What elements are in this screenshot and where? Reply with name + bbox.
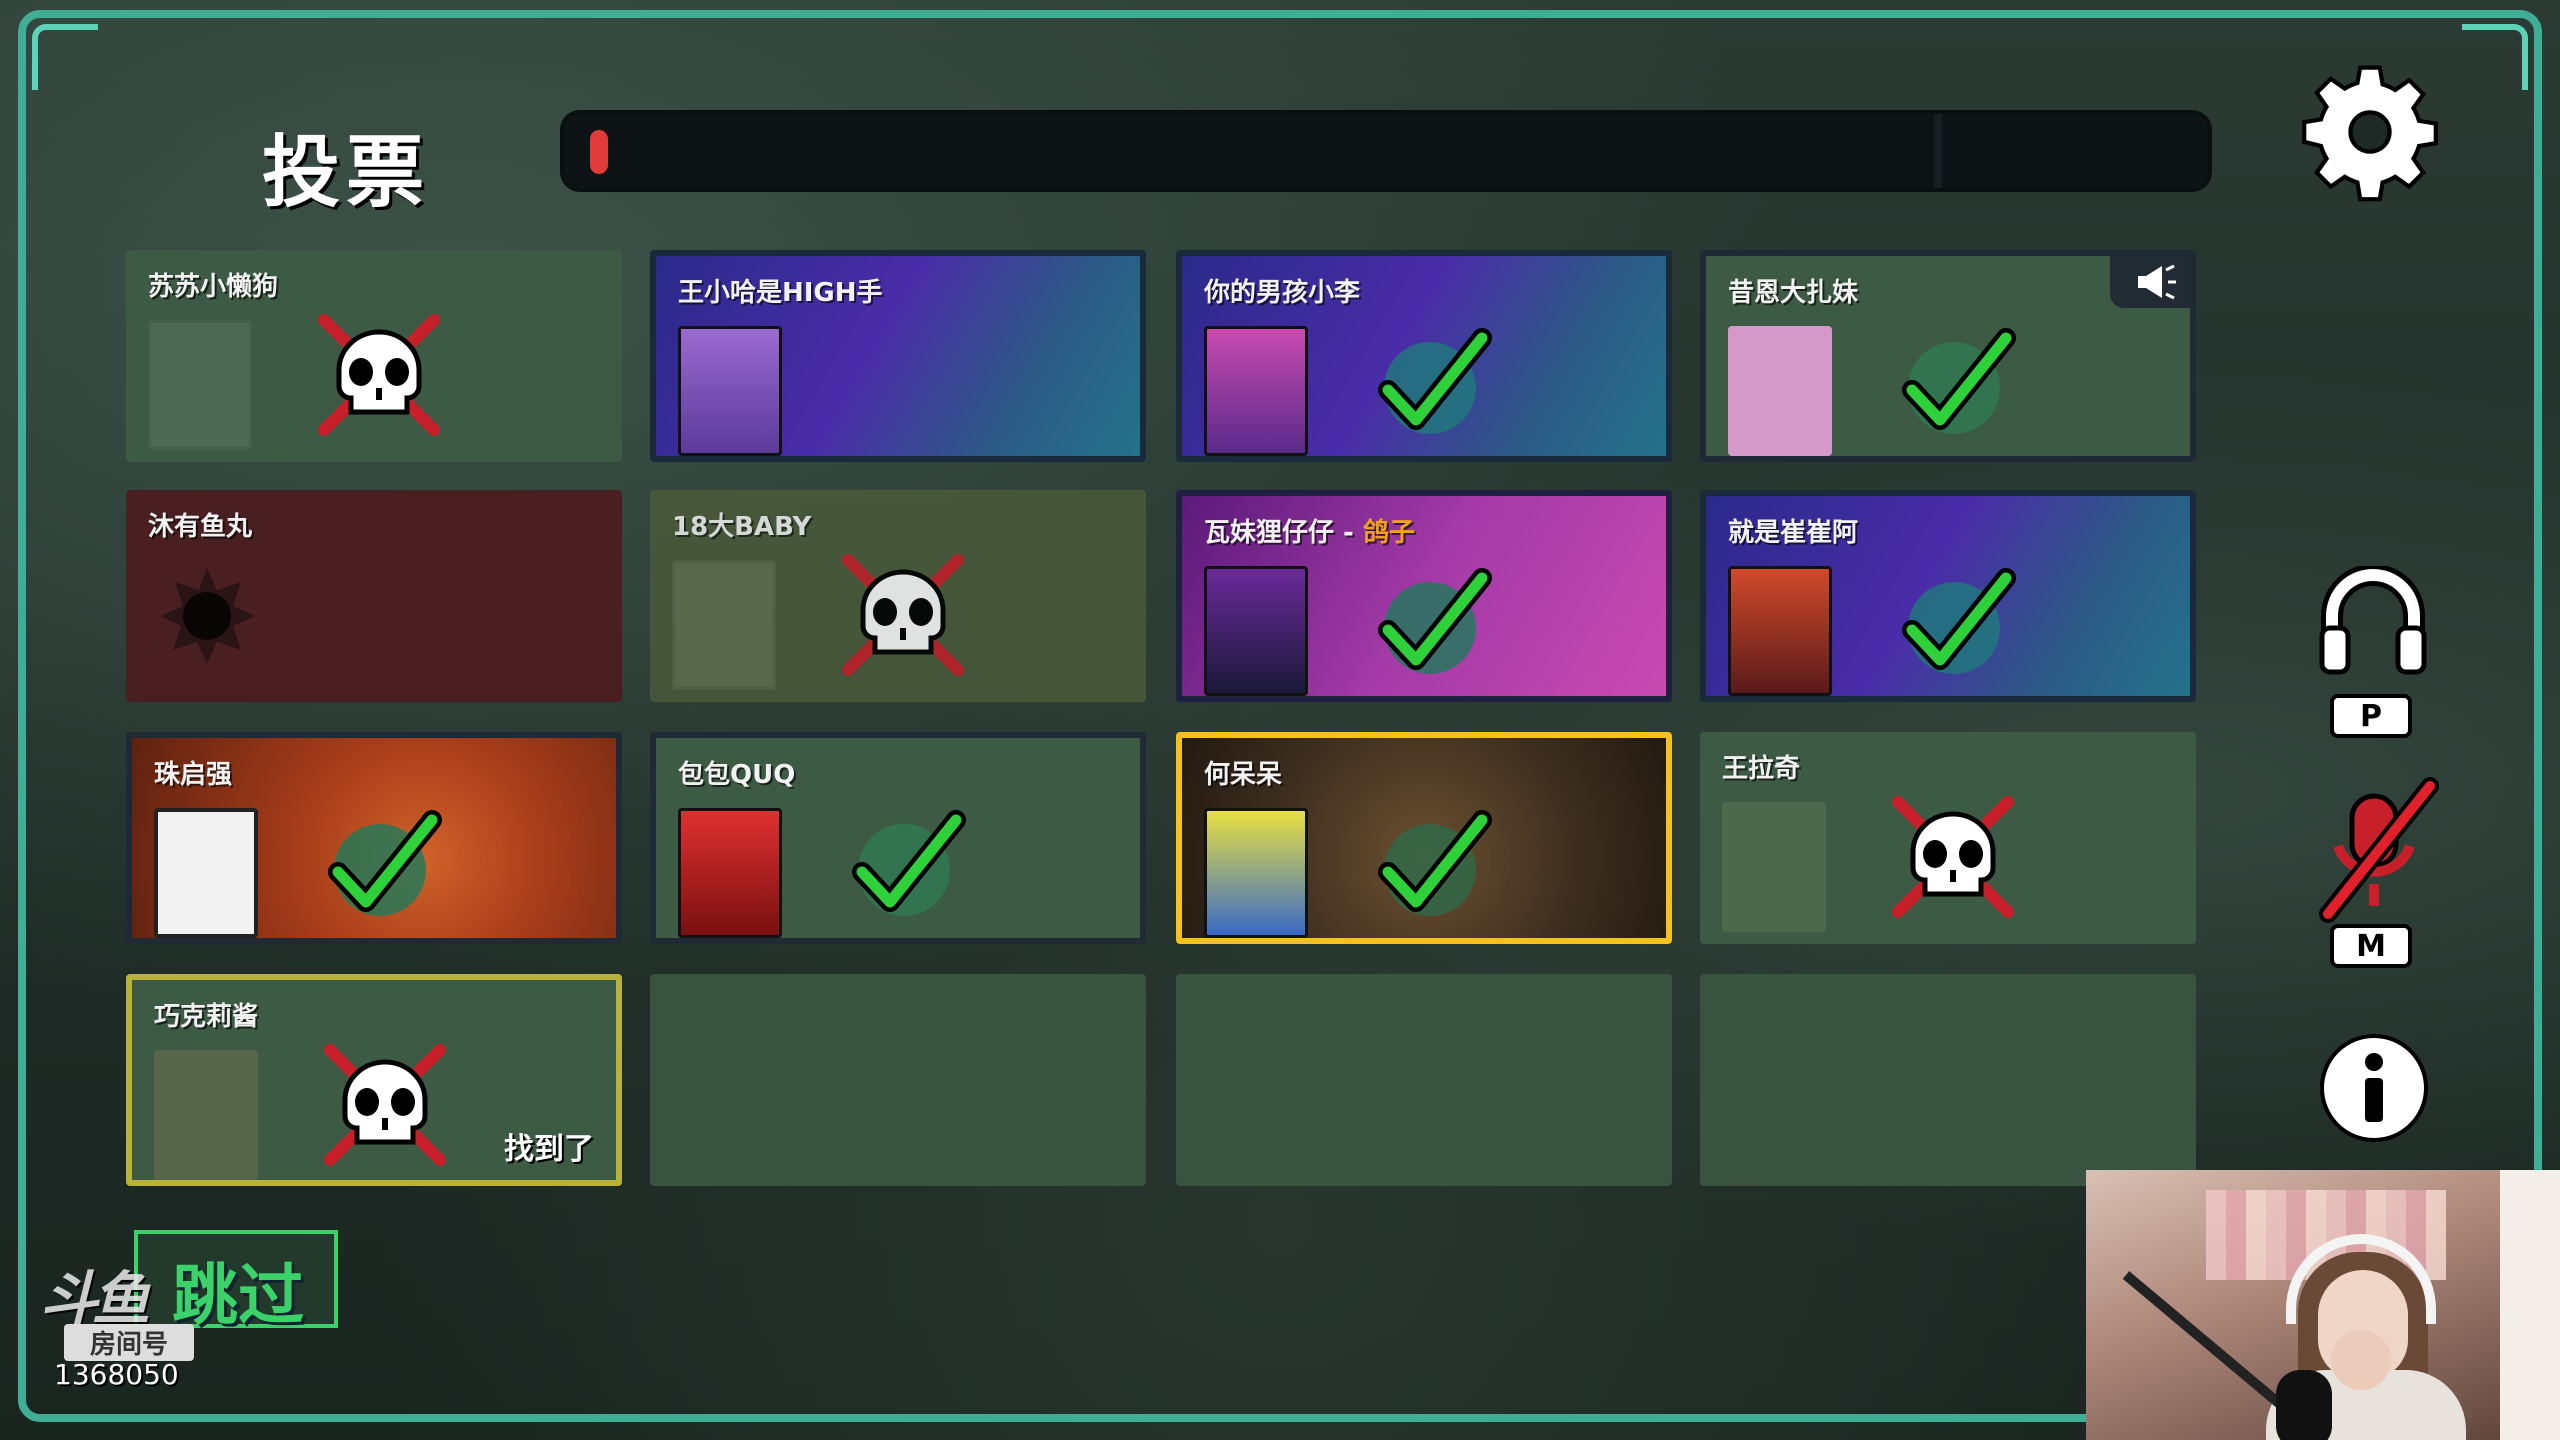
player-name: 包包QUQ — [678, 760, 796, 790]
player-card[interactable]: 苏苏小懒狗 — [126, 250, 622, 462]
player-name: 王拉奇 — [1722, 754, 1801, 784]
player-avatar — [1728, 326, 1832, 456]
stream-watermark: 斗鱼 房间号 1368050 — [40, 1252, 194, 1391]
player-name: 18大BABY — [672, 512, 812, 542]
player-role: 鸽子 — [1362, 518, 1415, 548]
player-name: 何呆呆 — [1204, 760, 1283, 790]
player-avatar — [1204, 566, 1308, 696]
vote-check-icon — [852, 810, 966, 916]
vote-check-icon — [1902, 328, 2016, 434]
player-name: 沐有鱼丸 — [148, 512, 253, 542]
reporter-badge — [2110, 256, 2190, 308]
frame-corner-top-left — [32, 24, 98, 90]
player-name: 瓦妹狸仔仔 - 鸽子 — [1204, 518, 1415, 548]
player-avatar — [678, 326, 782, 456]
player-card[interactable]: 王拉奇 — [1700, 732, 2196, 944]
empty-slot — [1176, 974, 1672, 1186]
streamer-webcam — [2086, 1170, 2560, 1440]
player-card[interactable]: 昔恩大扎妹 — [1700, 250, 2196, 462]
page-title: 投票 — [262, 128, 431, 218]
bullet-hole-icon — [161, 568, 255, 664]
player-avatar — [1204, 326, 1308, 456]
vote-check-icon — [328, 810, 442, 916]
dead-skull-icon — [318, 314, 440, 436]
dead-skull-icon — [1892, 796, 2014, 918]
webcam-microphone — [2276, 1370, 2332, 1440]
player-avatar — [672, 560, 776, 690]
player-avatar — [154, 808, 258, 938]
player-avatar — [1204, 808, 1308, 938]
frame-corner-top-right — [2462, 24, 2528, 90]
vote-timer-bar — [560, 110, 2212, 192]
player-card[interactable]: 沐有鱼丸 — [126, 490, 622, 702]
player-name: 苏苏小懒狗 — [148, 272, 279, 302]
player-card[interactable]: 你的男孩小李 — [1176, 250, 1672, 462]
found-tag: 找到了 — [504, 1132, 594, 1167]
player-avatar — [1728, 566, 1832, 696]
player-name: 你的男孩小李 — [1204, 278, 1361, 308]
headphones-icon[interactable] — [2318, 566, 2428, 676]
gear-icon[interactable] — [2300, 62, 2440, 202]
player-card[interactable]: 18大BABY — [650, 490, 1146, 702]
player-card-self[interactable]: 何呆呆 — [1176, 732, 1672, 944]
webcam-mic-arm — [2122, 1271, 2298, 1421]
megaphone-icon — [2138, 264, 2176, 300]
vote-check-icon — [1902, 568, 2016, 674]
player-avatar — [154, 1050, 258, 1180]
player-card[interactable]: 包包QUQ — [650, 732, 1146, 944]
vote-timer-fill — [590, 130, 608, 174]
room-label: 房间号 — [64, 1324, 194, 1361]
player-avatar — [678, 808, 782, 938]
empty-slot — [650, 974, 1146, 1186]
player-card[interactable]: 王小哈是HIGH手 — [650, 250, 1146, 462]
player-avatar — [148, 320, 252, 450]
webcam-lamp — [2500, 1170, 2560, 1440]
player-name: 就是崔崔阿 — [1728, 518, 1859, 548]
player-card[interactable]: 珠启强 — [126, 732, 622, 944]
player-card[interactable]: 巧克莉酱 找到了 — [126, 974, 622, 1186]
empty-slot — [1700, 974, 2196, 1186]
player-name: 昔恩大扎妹 — [1728, 278, 1859, 308]
vote-timer-notch — [1934, 114, 1942, 188]
dead-skull-icon — [842, 554, 964, 676]
player-card[interactable]: 就是崔崔阿 — [1700, 490, 2196, 702]
mute-key: M — [2330, 924, 2412, 968]
vote-check-icon — [1378, 568, 1492, 674]
vote-check-icon — [1378, 328, 1492, 434]
player-avatar — [1722, 802, 1826, 932]
player-name: 巧克莉酱 — [154, 1002, 259, 1032]
player-card[interactable]: 瓦妹狸仔仔 - 鸽子 — [1176, 490, 1672, 702]
room-number: 1368050 — [54, 1358, 179, 1391]
mic-muted-icon[interactable] — [2312, 776, 2442, 926]
webcam-hand — [2331, 1330, 2391, 1390]
player-name: 珠启强 — [154, 760, 233, 790]
player-name: 王小哈是HIGH手 — [678, 278, 883, 308]
skip-vote-button[interactable]: 跳过 — [134, 1230, 338, 1334]
info-icon[interactable] — [2318, 1032, 2430, 1144]
vote-check-icon — [1378, 810, 1492, 916]
push-to-talk-key: P — [2330, 694, 2412, 738]
dead-skull-icon — [324, 1044, 446, 1166]
